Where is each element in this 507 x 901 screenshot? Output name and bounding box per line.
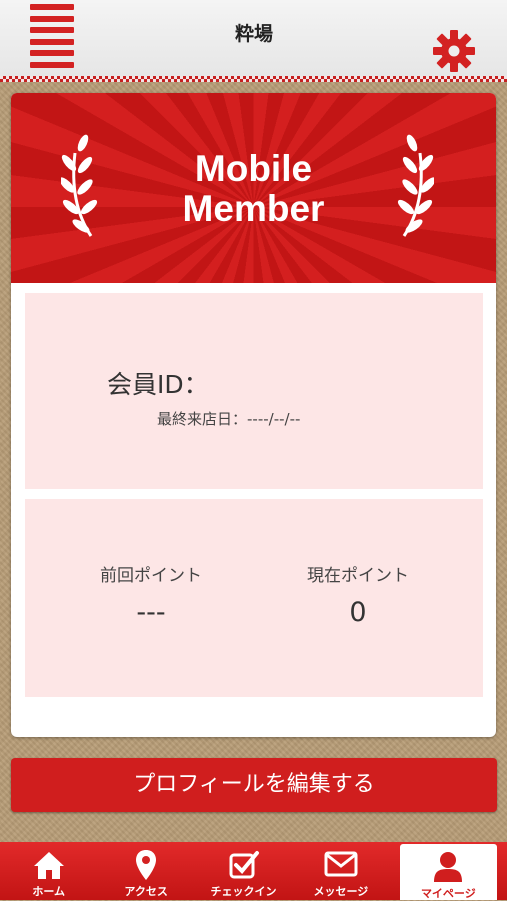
previous-points-value: ---	[136, 597, 166, 628]
hamburger-menu-icon[interactable]	[30, 4, 74, 68]
checkbox-icon	[229, 851, 259, 879]
gear-icon[interactable]	[433, 30, 475, 72]
member-id-label: 会員ID：	[107, 370, 209, 399]
logo: 粋場	[234, 23, 273, 45]
home-icon	[33, 852, 64, 879]
member-id-panel: 会員ID： 最終来店日：----/--/--	[25, 293, 483, 489]
map-pin-icon	[136, 850, 157, 880]
points-panel: 前回ポイント --- 現在ポイント 0	[25, 499, 483, 697]
tab-label: マイページ	[420, 887, 476, 900]
bottom-tab-bar: ホーム アクセス チェックイン メッセージ マイページ	[0, 842, 507, 900]
tab-label: アクセス	[124, 885, 168, 898]
current-points-value: 0	[349, 597, 367, 628]
tab-label: チェックイン	[210, 885, 277, 898]
member-card: Mobile Member 会員ID： 最終来店日：----/--/-- 前回ポ…	[11, 93, 496, 737]
edit-profile-button[interactable]: プロフィールを編集する	[11, 758, 497, 812]
envelope-icon	[324, 851, 358, 877]
tab-message[interactable]: メッセージ	[292, 842, 389, 900]
laurel-icon	[397, 134, 434, 237]
tab-mypage[interactable]: マイページ	[399, 844, 498, 900]
mobile-member-banner: Mobile Member	[11, 93, 496, 283]
user-icon	[434, 852, 463, 882]
tab-home[interactable]: ホーム	[0, 842, 97, 900]
tab-label: ホーム	[32, 885, 66, 898]
tab-label: メッセージ	[313, 885, 369, 898]
app-header: 粋場	[0, 0, 507, 76]
tab-access[interactable]: アクセス	[97, 842, 194, 900]
current-points-label: 現在ポイント	[307, 566, 409, 586]
header-divider	[0, 76, 507, 82]
previous-points-label: 前回ポイント	[100, 566, 202, 586]
last-visit-date: 最終来店日：----/--/--	[157, 410, 301, 428]
tab-checkin[interactable]: チェックイン	[195, 842, 292, 900]
